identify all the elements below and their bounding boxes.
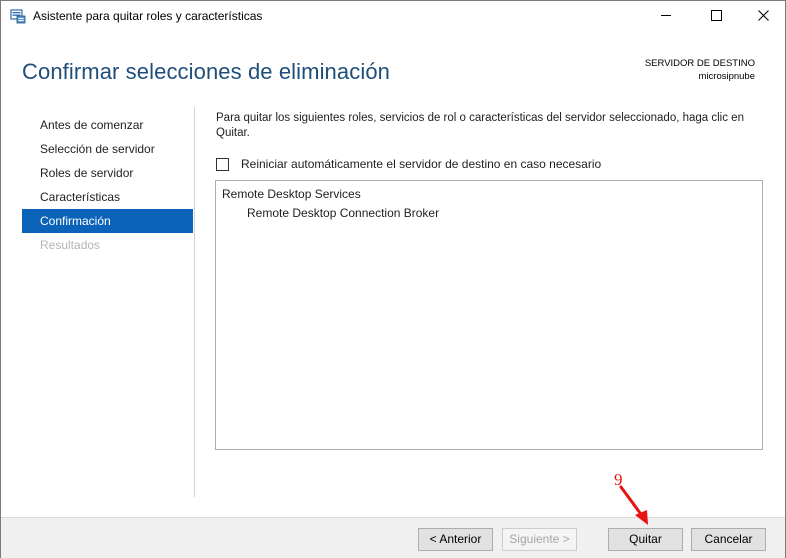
next-button: Siguiente > <box>502 528 577 551</box>
maximize-icon <box>710 8 722 26</box>
previous-button[interactable]: < Anterior <box>418 528 493 551</box>
annotation-arrow-icon <box>619 485 648 525</box>
nav-item-confirmation[interactable]: Confirmación <box>22 209 193 233</box>
list-item: Remote Desktop Connection Broker <box>247 206 440 220</box>
nav-item-before-you-begin[interactable]: Antes de comenzar <box>22 113 193 137</box>
list-item: Remote Desktop Services <box>222 187 361 201</box>
cancel-button[interactable]: Cancelar <box>691 528 766 551</box>
selection-list[interactable]: Remote Desktop Services Remote Desktop C… <box>215 180 763 450</box>
minimize-button[interactable] <box>644 1 688 32</box>
destination-server-label: SERVIDOR DE DESTINO <box>644 58 755 69</box>
minimize-icon <box>660 8 672 26</box>
nav-item-features[interactable]: Características <box>22 185 193 209</box>
window-title: Asistente para quitar roles y caracterís… <box>33 9 263 23</box>
nav-divider <box>194 107 195 497</box>
title-bar[interactable]: Asistente para quitar roles y caracterís… <box>1 1 785 32</box>
restart-checkbox-label[interactable]: Reiniciar automáticamente el servidor de… <box>241 157 601 171</box>
description-text: Para quitar los siguientes roles, servic… <box>216 112 744 139</box>
restart-option[interactable]: Reiniciar automáticamente el servidor de… <box>216 157 601 171</box>
nav-item-results: Resultados <box>40 238 101 252</box>
nav-item-server-selection[interactable]: Selección de servidor <box>22 137 193 161</box>
nav-item-server-roles[interactable]: Roles de servidor <box>22 161 193 185</box>
restart-checkbox[interactable] <box>216 157 229 171</box>
server-manager-icon <box>10 9 26 24</box>
close-button[interactable] <box>741 1 785 32</box>
wizard-nav: Antes de comenzar Selección de servidor … <box>22 113 193 257</box>
close-icon <box>757 8 769 26</box>
remove-button[interactable]: Quitar <box>608 528 683 551</box>
wizard-window: Asistente para quitar roles y caracterís… <box>0 0 786 558</box>
maximize-button[interactable] <box>694 1 738 32</box>
destination-server-name: microsipnube <box>698 71 756 82</box>
page-title: Confirmar selecciones de eliminación <box>22 59 390 84</box>
